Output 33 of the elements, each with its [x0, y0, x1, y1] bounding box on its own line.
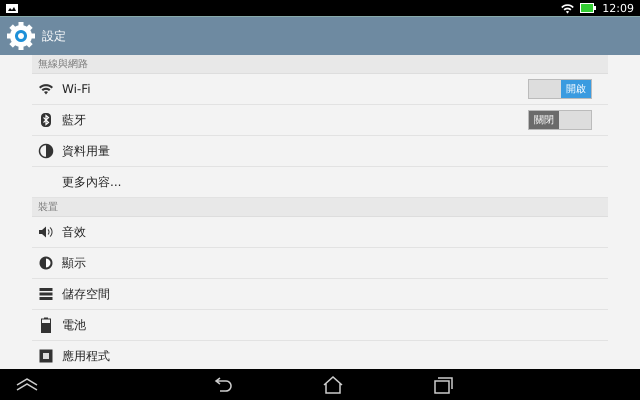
settings-item[interactable]: 儲存空間 [32, 279, 608, 310]
section-header: 無線與網路 [32, 55, 608, 74]
settings-item[interactable]: 音效 [32, 217, 608, 248]
wifi-signal-icon [561, 2, 574, 14]
item-label: 顯示 [62, 254, 87, 272]
wifi-icon [38, 81, 54, 97]
settings-item[interactable]: 電池 [32, 310, 608, 341]
item-label: Wi-Fi [62, 82, 92, 96]
clock-time: 12:09 [602, 2, 634, 14]
settings-item[interactable]: 顯示 [32, 248, 608, 279]
item-label: 音效 [62, 224, 87, 240]
settings-item[interactable]: 資料用量 [32, 136, 608, 167]
toggle-switch[interactable]: 關閉 [528, 110, 592, 130]
item-label: 藍牙 [62, 112, 87, 128]
settings-item[interactable]: Wi-Fi 開啟 [32, 74, 608, 105]
bluetooth-icon [38, 112, 54, 128]
section-header: 裝置 [32, 198, 608, 217]
pie-chart-icon [38, 143, 54, 159]
item-label: 應用程式 [62, 348, 111, 364]
item-label: 更多內容... [62, 174, 122, 190]
item-label: 資料用量 [62, 142, 111, 160]
battery-status-icon [580, 3, 596, 13]
battery-icon [38, 317, 54, 333]
storage-icon [38, 286, 54, 302]
brightness-icon [38, 255, 54, 271]
apps-icon [38, 348, 54, 364]
settings-icon[interactable] [6, 21, 36, 51]
item-label: 儲存空間 [62, 286, 111, 302]
settings-item[interactable]: 藍牙 關閉 [32, 105, 608, 136]
screen-title: 設定 [42, 28, 66, 44]
speaker-icon [38, 224, 54, 240]
item-label: 電池 [62, 316, 87, 334]
notification-icon [6, 4, 18, 12]
